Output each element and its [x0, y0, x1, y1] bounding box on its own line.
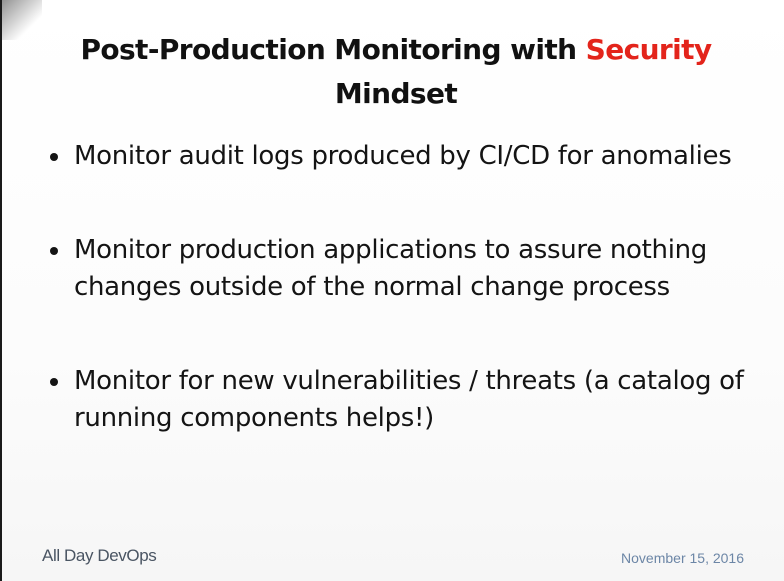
slide-title-end: Mindset — [334, 77, 458, 110]
bullet-item: Monitor production applications to assur… — [50, 232, 750, 306]
bullet-dot-icon — [50, 247, 58, 255]
bullet-text: Monitor for new vulnerabilities / threat… — [74, 366, 744, 433]
bullet-list: Monitor audit logs produced by CI/CD for… — [50, 138, 750, 437]
bullet-dot-icon — [50, 378, 58, 386]
slide: Post-Production Monitoring with Security… — [0, 0, 784, 581]
bullet-dot-icon — [50, 153, 58, 161]
bullet-text: Monitor audit logs produced by CI/CD for… — [74, 141, 732, 171]
slide-title: Post-Production Monitoring with Security… — [32, 28, 760, 116]
slide-date: November 15, 2016 — [621, 550, 744, 566]
bullet-item: Monitor for new vulnerabilities / threat… — [50, 363, 750, 437]
brand-logo-text: All Day DevOps — [42, 546, 157, 565]
slide-title-accent: Security — [585, 33, 713, 66]
bullet-text: Monitor production applications to assur… — [74, 235, 708, 302]
slide-title-main: Post-Production Monitoring with — [80, 33, 586, 66]
bullet-item: Monitor audit logs produced by CI/CD for… — [50, 138, 750, 175]
